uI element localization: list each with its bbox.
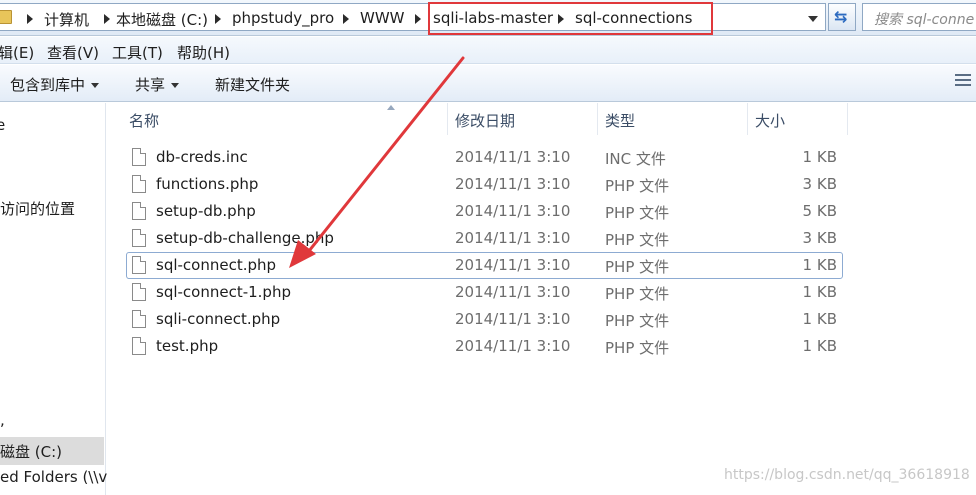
file-name: test.php	[156, 337, 219, 355]
file-size: 1 KB	[802, 310, 837, 328]
nav-item-recent-places[interactable]: 访问的位置	[0, 198, 75, 219]
nav-item-favorites[interactable]: e	[0, 116, 5, 134]
file-date: 2014/11/1 3:10	[455, 148, 571, 166]
file-size: 3 KB	[802, 229, 837, 247]
breadcrumb-separator-icon[interactable]	[27, 14, 33, 24]
file-date: 2014/11/1 3:10	[455, 229, 571, 247]
file-icon	[132, 229, 146, 247]
column-header-type[interactable]: 类型	[605, 110, 635, 131]
file-type: PHP 文件	[605, 339, 670, 357]
table-row[interactable]: setup-db-challenge.php 2014/11/1 3:10 PH…	[107, 225, 847, 252]
chevron-down-icon	[91, 83, 100, 88]
file-icon	[132, 256, 146, 274]
file-size: 1 KB	[802, 148, 837, 166]
table-row-focused[interactable]: sql-connect.php 2014/11/1 3:10 PHP 文件 1 …	[107, 252, 847, 279]
search-placeholder: 搜索 sql-conne	[874, 12, 975, 28]
breadcrumb-www[interactable]: WWW	[360, 9, 405, 27]
breadcrumb-computer[interactable]: 计算机	[44, 9, 89, 30]
file-name: setup-db-challenge.php	[156, 229, 334, 247]
annotation-highlight-box	[428, 2, 713, 35]
view-options-icon[interactable]	[955, 74, 971, 92]
file-size: 3 KB	[802, 175, 837, 193]
breadcrumb-separator-icon[interactable]	[415, 14, 421, 24]
file-icon	[132, 148, 146, 166]
file-name: sql-connect.php	[156, 256, 277, 274]
file-type: PHP 文件	[605, 204, 670, 222]
file-date: 2014/11/1 3:10	[455, 202, 571, 220]
table-row[interactable]: functions.php 2014/11/1 3:10 PHP 文件 3 KB	[107, 171, 847, 198]
breadcrumb-separator-icon[interactable]	[215, 14, 221, 24]
file-name: setup-db.php	[156, 202, 256, 220]
file-icon	[132, 175, 146, 193]
column-divider[interactable]	[447, 103, 448, 135]
new-folder-button[interactable]: 新建文件夹	[215, 74, 290, 95]
breadcrumb-local-disk[interactable]: 本地磁盘 (C:)	[116, 9, 208, 30]
breadcrumb-separator-icon[interactable]	[104, 14, 110, 24]
share-button[interactable]: 共享	[135, 74, 180, 95]
folder-icon	[0, 10, 12, 24]
sort-ascending-icon	[387, 105, 395, 110]
column-header-size[interactable]: 大小	[755, 110, 785, 131]
file-date: 2014/11/1 3:10	[455, 175, 571, 193]
nav-item-shared-folders[interactable]: ed Folders (\\v	[0, 468, 107, 486]
table-row[interactable]: db-creds.inc 2014/11/1 3:10 INC 文件 1 KB	[107, 144, 847, 171]
file-size: 5 KB	[802, 202, 837, 220]
navigation-pane: e 访问的位置 , 磁盘 (C:) ed Folders (\\v	[0, 103, 107, 495]
file-icon	[132, 337, 146, 355]
column-header-name[interactable]: 名称	[129, 110, 159, 131]
share-label: 共享	[135, 76, 166, 94]
refresh-icon: ⇆	[834, 7, 848, 26]
file-size: 1 KB	[802, 283, 837, 301]
table-row[interactable]: test.php 2014/11/1 3:10 PHP 文件 1 KB	[107, 333, 847, 360]
file-icon	[132, 310, 146, 328]
table-row[interactable]: sqli-connect.php 2014/11/1 3:10 PHP 文件 1…	[107, 306, 847, 333]
column-divider[interactable]	[597, 103, 598, 135]
file-type: PHP 文件	[605, 312, 670, 330]
file-size: 1 KB	[802, 256, 837, 274]
column-divider[interactable]	[747, 103, 748, 135]
file-name: sqli-connect.php	[156, 310, 281, 328]
command-toolbar: 包含到库中 共享 新建文件夹	[0, 65, 976, 102]
file-size: 1 KB	[802, 337, 837, 355]
nav-item-computer[interactable]: ,	[0, 411, 5, 429]
breadcrumb-separator-icon[interactable]	[343, 14, 349, 24]
file-type: PHP 文件	[605, 177, 670, 195]
file-type: PHP 文件	[605, 231, 670, 249]
file-icon	[132, 202, 146, 220]
column-header-row: 名称 修改日期 类型 大小	[107, 103, 976, 135]
include-in-library-label: 包含到库中	[10, 76, 86, 94]
file-date: 2014/11/1 3:10	[455, 256, 571, 274]
chevron-down-icon	[171, 83, 180, 88]
menu-bar: 辑(E) 查看(V) 工具(T) 帮助(H)	[0, 37, 976, 64]
file-name: db-creds.inc	[156, 148, 248, 166]
file-type: PHP 文件	[605, 285, 670, 303]
address-bar-area: 计算机 本地磁盘 (C:) phpstudy_pro WWW sqli-labs…	[0, 0, 976, 36]
file-name: functions.php	[156, 175, 259, 193]
file-date: 2014/11/1 3:10	[455, 310, 571, 328]
file-type: PHP 文件	[605, 258, 670, 276]
menu-edit[interactable]: 辑(E)	[0, 42, 34, 63]
menu-view[interactable]: 查看(V)	[47, 42, 99, 63]
nav-item-local-disk[interactable]: 磁盘 (C:)	[0, 441, 62, 462]
column-divider[interactable]	[847, 103, 848, 135]
table-row[interactable]: sql-connect-1.php 2014/11/1 3:10 PHP 文件 …	[107, 279, 847, 306]
include-in-library-button[interactable]: 包含到库中	[10, 74, 100, 95]
table-row[interactable]: setup-db.php 2014/11/1 3:10 PHP 文件 5 KB	[107, 198, 847, 225]
file-date: 2014/11/1 3:10	[455, 337, 571, 355]
menu-tools[interactable]: 工具(T)	[112, 42, 163, 63]
file-type: INC 文件	[605, 150, 666, 168]
breadcrumb-phpstudy[interactable]: phpstudy_pro	[232, 9, 334, 27]
address-dropdown-icon[interactable]	[808, 16, 818, 22]
refresh-button[interactable]: ⇆	[828, 3, 856, 31]
file-date: 2014/11/1 3:10	[455, 283, 571, 301]
column-header-date[interactable]: 修改日期	[455, 110, 515, 131]
search-input[interactable]: 搜索 sql-conne	[862, 3, 976, 31]
file-name: sql-connect-1.php	[156, 283, 291, 301]
watermark-text: https://blog.csdn.net/qq_36618918	[724, 467, 970, 483]
file-icon	[132, 283, 146, 301]
menu-help[interactable]: 帮助(H)	[177, 42, 230, 63]
